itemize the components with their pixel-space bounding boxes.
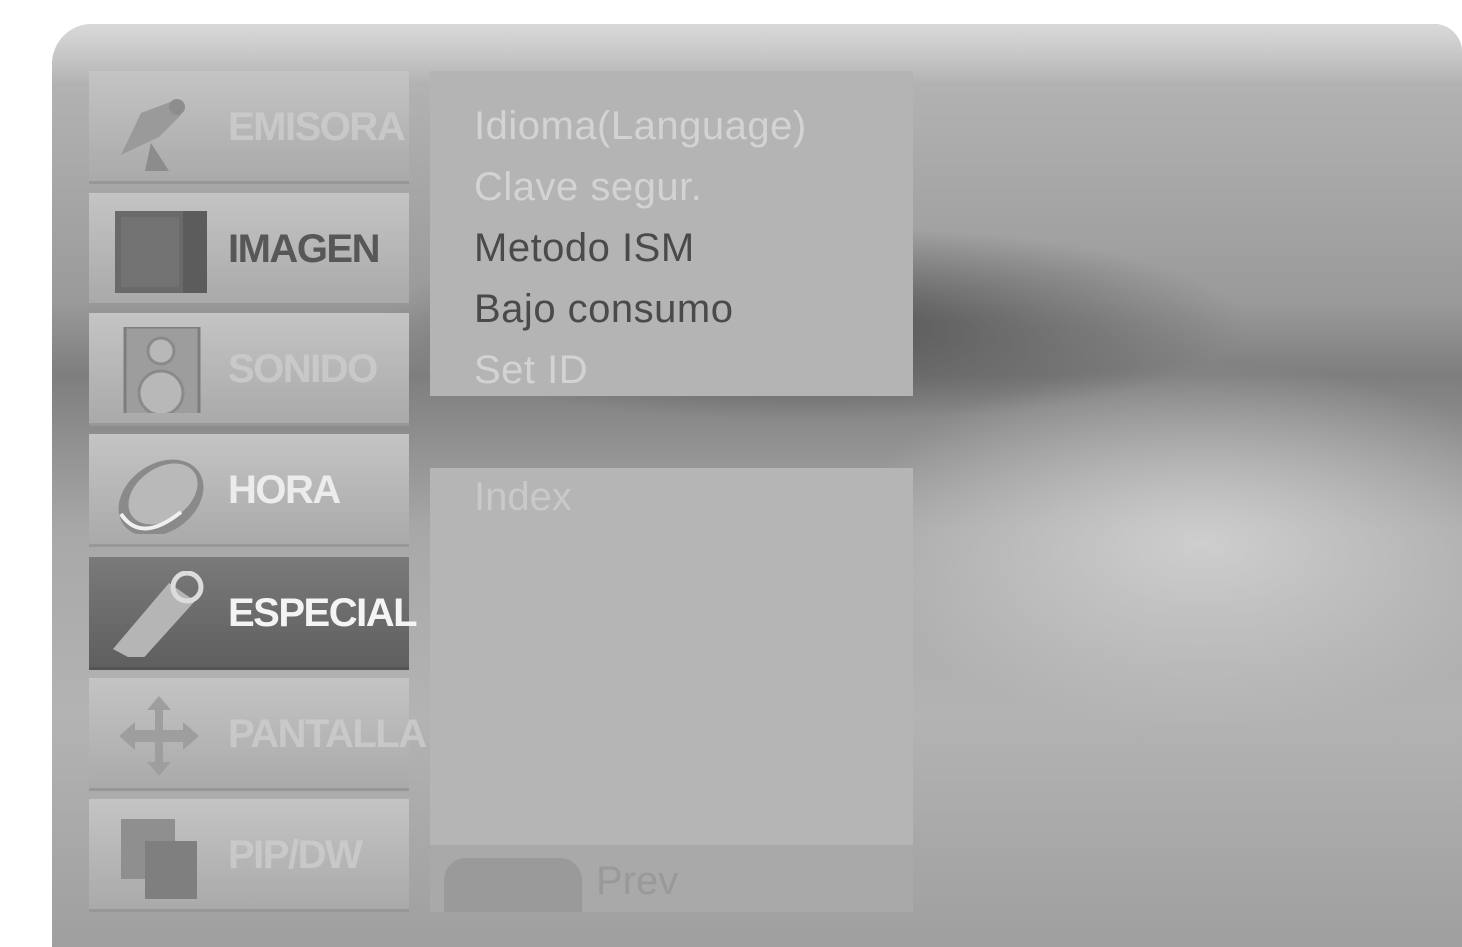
submenu-item-metodo-ism[interactable]: Metodo ISM [474,223,695,273]
index-panel: Index [430,468,913,845]
index-title: Index [474,475,572,519]
prev-button[interactable] [444,858,582,912]
category-hora[interactable]: HORA [89,434,409,547]
footer-bar: Prev [430,850,913,912]
category-label: PANTALLA [228,712,427,756]
category-label: HORA [228,468,341,512]
satellite-dish-icon [121,99,185,171]
submenu-item-idioma[interactable]: Idioma(Language) [474,101,807,151]
submenu-item-set-id[interactable]: Set ID [474,345,588,395]
clock-icon [118,459,204,534]
category-label: IMAGEN [228,227,381,271]
pip-windows-icon [121,819,197,899]
category-label: ESPECIAL [228,591,418,635]
category-especial[interactable]: ESPECIAL [89,557,418,670]
prev-label: Prev [596,859,679,903]
category-imagen[interactable]: IMAGEN [89,193,409,306]
category-sonido[interactable]: SONIDO [89,313,409,426]
tag-icon [113,571,204,657]
picture-icon [115,211,207,293]
speaker-icon [123,327,201,413]
category-label: EMISORA [228,105,406,149]
category-label: PIP/DW [228,833,363,877]
category-emisora[interactable]: EMISORA [89,71,409,184]
category-label: SONIDO [228,347,378,391]
move-arrows-icon [119,696,199,776]
submenu-item-bajo-consumo[interactable]: Bajo consumo [474,284,733,334]
category-pip-dw[interactable]: PIP/DW [89,799,409,912]
category-pantalla[interactable]: PANTALLA [89,678,427,791]
especial-submenu: Idioma(Language) Clave segur. Metodo ISM… [430,71,913,396]
submenu-item-clave-segur[interactable]: Clave segur. [474,162,702,212]
